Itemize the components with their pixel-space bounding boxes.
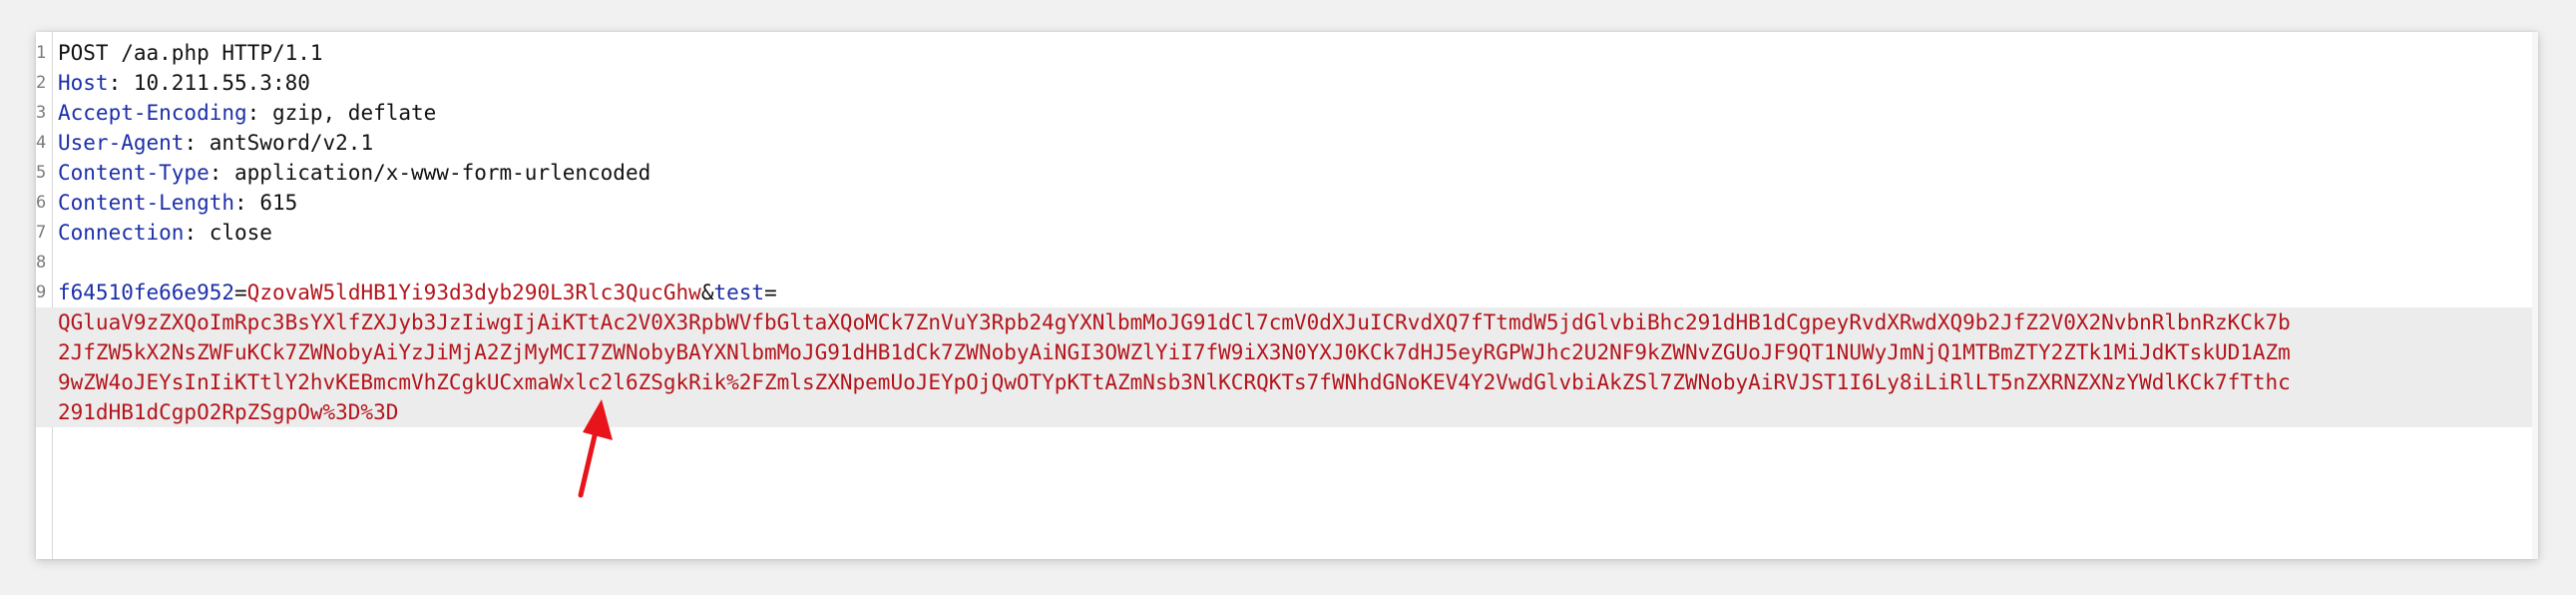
line-number: 8 xyxy=(36,253,46,273)
header-name: Accept-Encoding xyxy=(58,101,247,125)
header-value: close xyxy=(209,221,272,245)
line-number: 5 xyxy=(36,163,46,183)
body-line: 9 f64510fe66e952=QzovaW5ldHB1Yi93d3dyb29… xyxy=(36,278,2532,307)
header-line-content-length: 6 Content-Length: 615 xyxy=(36,188,2532,218)
header-line-content-type: 5 Content-Type: application/x-www-form-u… xyxy=(36,158,2532,188)
request-editor[interactable]: 1 POST /aa.php HTTP/1.1 2 Host: 10.211.5… xyxy=(36,38,2532,427)
header-value: 10.211.55.3:80 xyxy=(133,71,310,95)
request-path: /aa.php xyxy=(121,41,210,65)
line-number: 6 xyxy=(36,193,46,213)
body-param-value: QGluaV9zZXQoImRpc3BsYXlfZXJyb3JzIiwgIjAi… xyxy=(58,310,2291,334)
http-request-panel: 1 POST /aa.php HTTP/1.1 2 Host: 10.211.5… xyxy=(36,32,2538,559)
line-number: 9 xyxy=(36,283,46,302)
http-protocol: HTTP/1.1 xyxy=(221,41,323,65)
line-number: 4 xyxy=(36,133,46,153)
blank-line: 8 xyxy=(36,248,2532,278)
header-name: Content-Length xyxy=(58,191,235,215)
body-wrap-line: QGluaV9zZXQoImRpc3BsYXlfZXJyb3JzIiwgIjAi… xyxy=(36,307,2532,337)
vertical-scrollbar[interactable] xyxy=(2532,32,2538,559)
line-number: 3 xyxy=(36,103,46,123)
line-number: 2 xyxy=(36,73,46,93)
header-line-accept-encoding: 3 Accept-Encoding: gzip, deflate xyxy=(36,98,2532,128)
header-name: Content-Type xyxy=(58,161,210,185)
line-number: 7 xyxy=(36,223,46,243)
body-param-value: QzovaW5ldHB1Yi93d3dyb290L3Rlc3QucGhw xyxy=(246,281,701,304)
header-line-host: 2 Host: 10.211.55.3:80 xyxy=(36,68,2532,98)
header-name: Host xyxy=(58,71,109,95)
body-wrap-line: 9wZW4oJEYsInIiKTtlY2hvKEBmcmVhZCgkUCxmaW… xyxy=(36,367,2532,397)
body-param-value: 2JfZW5kX2NsZWFuKCk7ZWNobyAiYzJiMjA2ZjMyM… xyxy=(58,340,2291,364)
body-wrap-line: 291dHB1dCgpO2RpZSgpOw%3D%3D xyxy=(36,397,2532,427)
header-value: antSword/v2.1 xyxy=(209,131,374,155)
body-param-name: test xyxy=(713,281,765,304)
header-line-connection: 7 Connection: close xyxy=(36,218,2532,248)
http-method: POST xyxy=(58,41,109,65)
body-param-value: 9wZW4oJEYsInIiKTtlY2hvKEBmcmVhZCgkUCxmaW… xyxy=(58,370,2291,394)
header-value: 615 xyxy=(259,191,298,215)
header-value: gzip, deflate xyxy=(271,101,437,125)
header-line-user-agent: 4 User-Agent: antSword/v2.1 xyxy=(36,128,2532,158)
body-wrap-line: 2JfZW5kX2NsZWFuKCk7ZWNobyAiYzJiMjA2ZjMyM… xyxy=(36,337,2532,367)
body-param-name: f64510fe66e952 xyxy=(58,281,235,304)
header-value: application/x-www-form-urlencoded xyxy=(234,161,651,185)
header-name: User-Agent xyxy=(58,131,185,155)
line-number: 1 xyxy=(36,43,46,63)
request-line: 1 POST /aa.php HTTP/1.1 xyxy=(36,38,2532,68)
header-name: Connection xyxy=(58,221,185,245)
body-param-value: 291dHB1dCgpO2RpZSgpOw%3D%3D xyxy=(58,400,399,424)
